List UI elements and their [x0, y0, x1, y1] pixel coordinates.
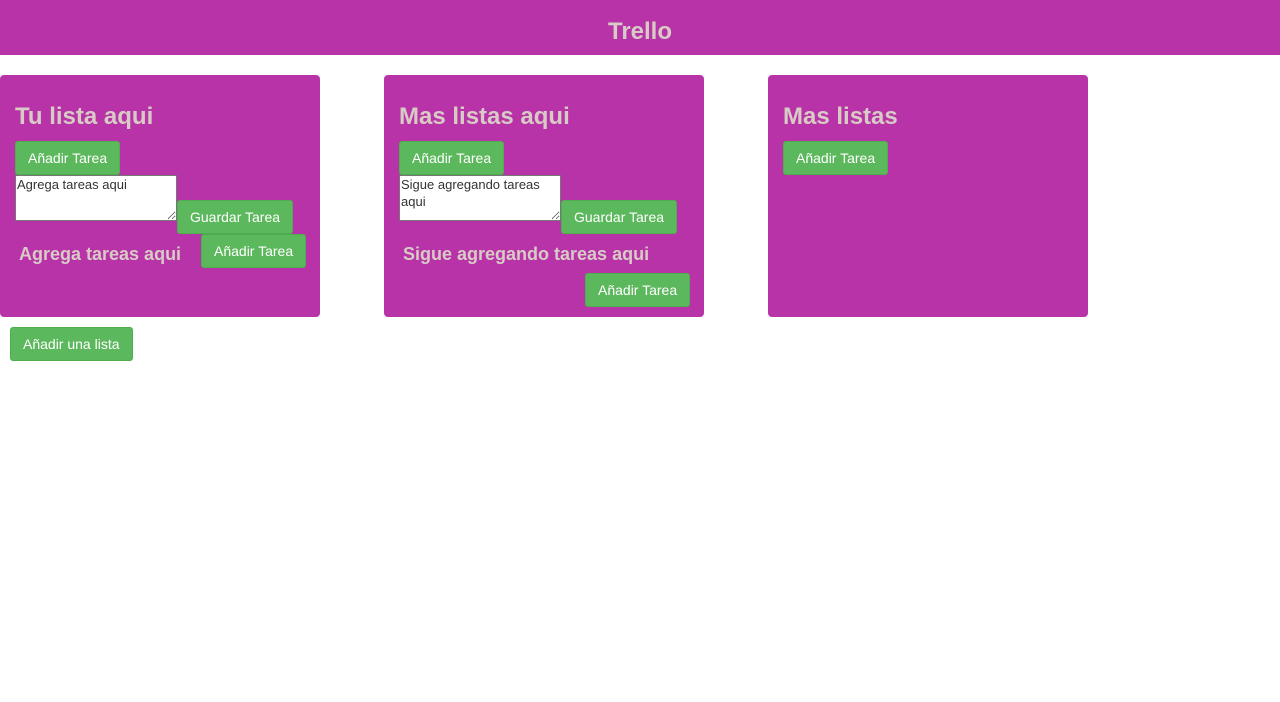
add-task-button[interactable]: Añadir Tarea: [15, 141, 121, 175]
add-list-button[interactable]: Añadir una lista: [10, 327, 133, 361]
list-title: Tu lista aqui: [15, 103, 154, 130]
add-task-button[interactable]: Añadir Tarea: [399, 141, 505, 175]
task-item-text: Agrega tareas aqui: [19, 244, 182, 264]
task-add-button[interactable]: Añadir Tarea: [201, 234, 307, 268]
task-input[interactable]: Sigue agregando tareas aqui: [399, 175, 561, 221]
list-card-3: Mas listas Añadir Tarea: [768, 75, 1088, 317]
app-title: Trello: [607, 18, 673, 45]
task-add-button[interactable]: Añadir Tarea: [585, 273, 691, 307]
list-title: Mas listas aqui: [399, 103, 570, 130]
top-bar: Trello: [0, 0, 1280, 55]
task-input[interactable]: Agrega tareas aqui: [15, 175, 177, 221]
save-task-button[interactable]: Guardar Tarea: [177, 200, 294, 234]
add-task-button[interactable]: Añadir Tarea: [783, 141, 889, 175]
task-item-text: Sigue agregando tareas aqui: [403, 244, 650, 264]
list-card-2: Mas listas aqui Añadir Tarea Sigue agreg…: [384, 75, 704, 317]
list-title: Mas listas: [783, 103, 898, 130]
save-task-button[interactable]: Guardar Tarea: [561, 200, 678, 234]
list-card-1: Tu lista aqui Añadir Tarea Agrega tareas…: [0, 75, 320, 317]
